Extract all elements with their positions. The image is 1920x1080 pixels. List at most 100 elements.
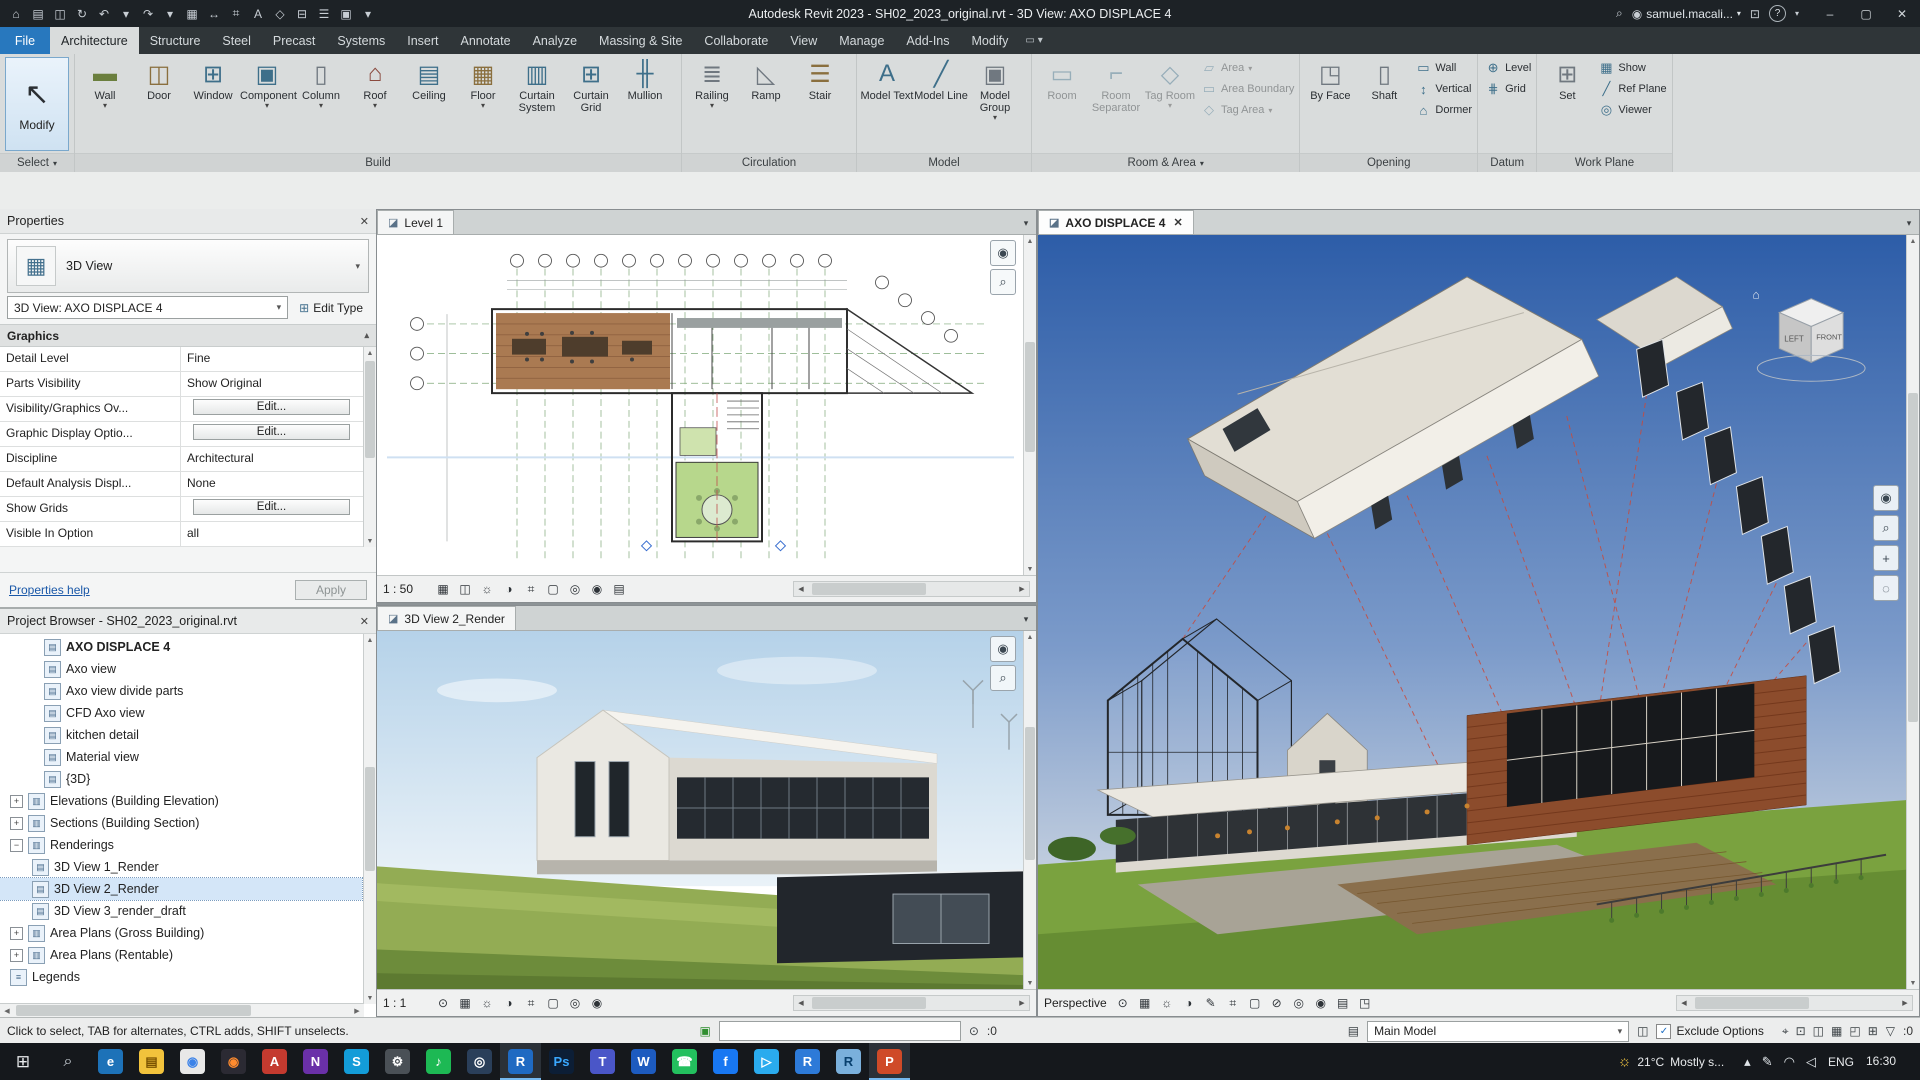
editable-only-icon[interactable]: ⌖ [1782,1024,1789,1039]
ceiling-button[interactable]: ▤ Ceiling ▾ [402,56,456,153]
column-button[interactable]: ▯ Column ▾ [294,56,348,153]
tab-annotate[interactable]: Annotate [450,27,522,54]
grid-button[interactable]: ⋕ Grid ▾ [1485,81,1531,97]
model-group-button[interactable]: ▣ Model Group ▾ [968,56,1022,153]
shadows-icon[interactable]: ◑ [1180,994,1198,1012]
link-icon[interactable]: ◫ [1813,1024,1824,1039]
viewcube-home-icon[interactable]: ⌂ [1752,288,1759,302]
railing-button[interactable]: ≣ Railing ▾ [685,56,739,153]
pan-icon[interactable]: + [1873,545,1899,571]
plan-vscrollbar[interactable]: ▲ ▼ [1023,235,1036,575]
lock-orientation-icon[interactable]: ⊘ [1268,994,1286,1012]
tree-item[interactable]: ▤ 3D View 1_Render [0,856,362,878]
tree-expander[interactable]: + [10,816,23,830]
panel-label[interactable]: Datum ▾ [1478,153,1537,172]
axo-canvas[interactable]: ⌂ LEFT FRONT ◉ ⌕ + ◌ ▲ ▼ [1038,235,1919,989]
model-text-button[interactable]: A Model Text ▾ [860,56,914,153]
viewcube-front-face[interactable]: FRONT [1816,332,1842,341]
crop-view-icon[interactable]: ⌗ [522,580,540,598]
axo-hscrollbar[interactable]: ◀ ▶ [1676,995,1913,1011]
select-underlay-icon[interactable]: ◰ [1849,1024,1860,1039]
visual-style-icon[interactable]: ▦ [434,580,452,598]
area-boundary-button[interactable]: ▭ Area Boundary ▾ [1201,81,1295,97]
reveal-hidden-icon[interactable]: ◉ [1312,994,1330,1012]
weather-widget[interactable]: ☼ 21°C Mostly s... [1610,1053,1733,1070]
property-row[interactable]: Visibility/Graphics Ov... Edit... Edit..… [0,397,376,422]
edit-button[interactable]: Edit... [192,399,351,415]
taskbar-firefox[interactable]: ◉ [213,1043,254,1080]
worksharing-display-icon[interactable]: ⊡ [1796,1024,1806,1039]
tab-list-dropdown-icon[interactable]: ▾ [1016,614,1036,630]
scroll-thumb[interactable] [1025,726,1035,861]
tree-item[interactable]: ▤ CFD Axo view [0,702,362,724]
show-rendering-dialog-icon[interactable]: ⊙ [434,994,452,1012]
ramp-button[interactable]: ◺ Ramp ▾ [739,56,793,153]
property-row[interactable]: Discipline Architectural Architectural [0,447,376,472]
plan-canvas[interactable]: ◉ ⌕ ▲ ▼ [377,235,1036,575]
orbit-icon[interactable]: ◌ [1873,575,1899,601]
plan-hscrollbar[interactable]: ◀ ▶ [793,581,1030,597]
area-button[interactable]: ▱ Area ▾ [1201,60,1294,76]
model-line-button[interactable]: ╱ Model Line ▾ [914,56,968,153]
zoom-icon[interactable]: ⌕ [990,665,1016,691]
door-button[interactable]: ◫ Door ▾ [132,56,186,153]
ref-plane-button[interactable]: ╱ Ref Plane ▾ [1598,81,1666,97]
scroll-thumb[interactable] [1695,997,1809,1009]
shadows-icon[interactable]: ◑ [500,580,518,598]
hide-isolate-icon[interactable]: ◎ [1290,994,1308,1012]
level-button[interactable]: ⊕ Level ▾ [1485,60,1532,76]
taskbar-autodesk[interactable]: A [254,1043,295,1080]
view-tab-render[interactable]: ◪ 3D View 2_Render [377,606,516,630]
property-row[interactable]: Default Analysis Displ... None None [0,472,376,497]
shaft-button[interactable]: ▯ Shaft ▾ [1357,56,1411,153]
type-combo[interactable]: 3D View: AXO DISPLACE 4 ▾ [7,296,289,319]
property-value[interactable]: Fine [187,351,210,365]
switch-windows-icon[interactable]: ▣ [335,3,357,25]
taskbar-steam[interactable]: ◎ [459,1043,500,1080]
tab-list-dropdown-icon[interactable]: ▾ [1016,218,1036,234]
active-workset-select[interactable]: Main Model ▾ [1367,1020,1630,1042]
measure-icon[interactable]: ↔ [203,3,225,25]
steering-wheel-icon[interactable]: ◉ [990,240,1016,266]
undo-icon[interactable]: ↶ [93,3,115,25]
steering-wheel-icon[interactable]: ◉ [990,636,1016,662]
view-tab-axo-displace-4[interactable]: ◪ AXO DISPLACE 4 ✕ [1038,210,1194,234]
opening-by-face-button[interactable]: ◳ By Face ▾ [1303,56,1357,153]
property-value[interactable]: None [187,476,216,490]
panel-label[interactable]: Work Plane ▾ [1537,153,1672,172]
show-rendering-dialog-icon[interactable]: ⊙ [1114,994,1132,1012]
edit-button[interactable]: Edit... [192,499,351,515]
user-account-button[interactable]: ◉ samuel.macali... ▾ [1632,7,1741,21]
close-view-icon[interactable]: ✕ [1173,216,1182,229]
tree-item[interactable]: ▤ Axo view [0,658,362,680]
taskbar-powerpoint[interactable]: P [869,1043,910,1080]
tray-expand-icon[interactable]: ▴ [1744,1054,1751,1070]
print-icon[interactable]: ▦ [181,3,203,25]
tree-item[interactable]: ≡ Legends [0,966,362,988]
curtain-grid-button[interactable]: ⊞ Curtain Grid ▾ [564,56,618,153]
file-menu-button[interactable]: File [0,27,50,54]
show-work-plane-button[interactable]: ▦ Show ▾ [1598,60,1666,76]
set-work-plane-button[interactable]: ⊞ Set ▾ [1540,56,1594,153]
tree-item[interactable]: − ▥ Renderings [0,834,362,856]
tab-precast[interactable]: Precast [262,27,326,54]
property-row[interactable]: Parts Visibility Show Original Show Orig… [0,372,376,397]
undo-dropdown-icon[interactable]: ▾ [115,3,137,25]
shadows-icon[interactable]: ◑ [500,994,518,1012]
curtain-system-button[interactable]: ▥ Curtain System ▾ [510,56,564,153]
start-button[interactable]: ⊞ [0,1043,46,1080]
edit-button[interactable]: Edit... [192,424,351,440]
aligned-dimension-icon[interactable]: ⌗ [225,3,247,25]
panel-label[interactable]: Room & Area ▾ [1032,153,1300,172]
stair-button[interactable]: ☰ Stair ▾ [793,56,847,153]
render-hscrollbar[interactable]: ◀ ▶ [793,995,1030,1011]
type-selector[interactable]: ▦ 3D View ▾ [7,239,369,293]
taskbar-word[interactable]: W [623,1043,664,1080]
qat-customize-icon[interactable]: ▾ [357,3,379,25]
save-icon[interactable]: ◫ [49,3,71,25]
tag-room-button[interactable]: ◇ Tag Room ▾ [1143,56,1197,153]
volume-icon[interactable]: ◁ [1806,1054,1816,1070]
roof-button[interactable]: ⌂ Roof ▾ [348,56,402,153]
redo-dropdown-icon[interactable]: ▾ [159,3,181,25]
taskbar-chrome[interactable]: ◉ [172,1043,213,1080]
